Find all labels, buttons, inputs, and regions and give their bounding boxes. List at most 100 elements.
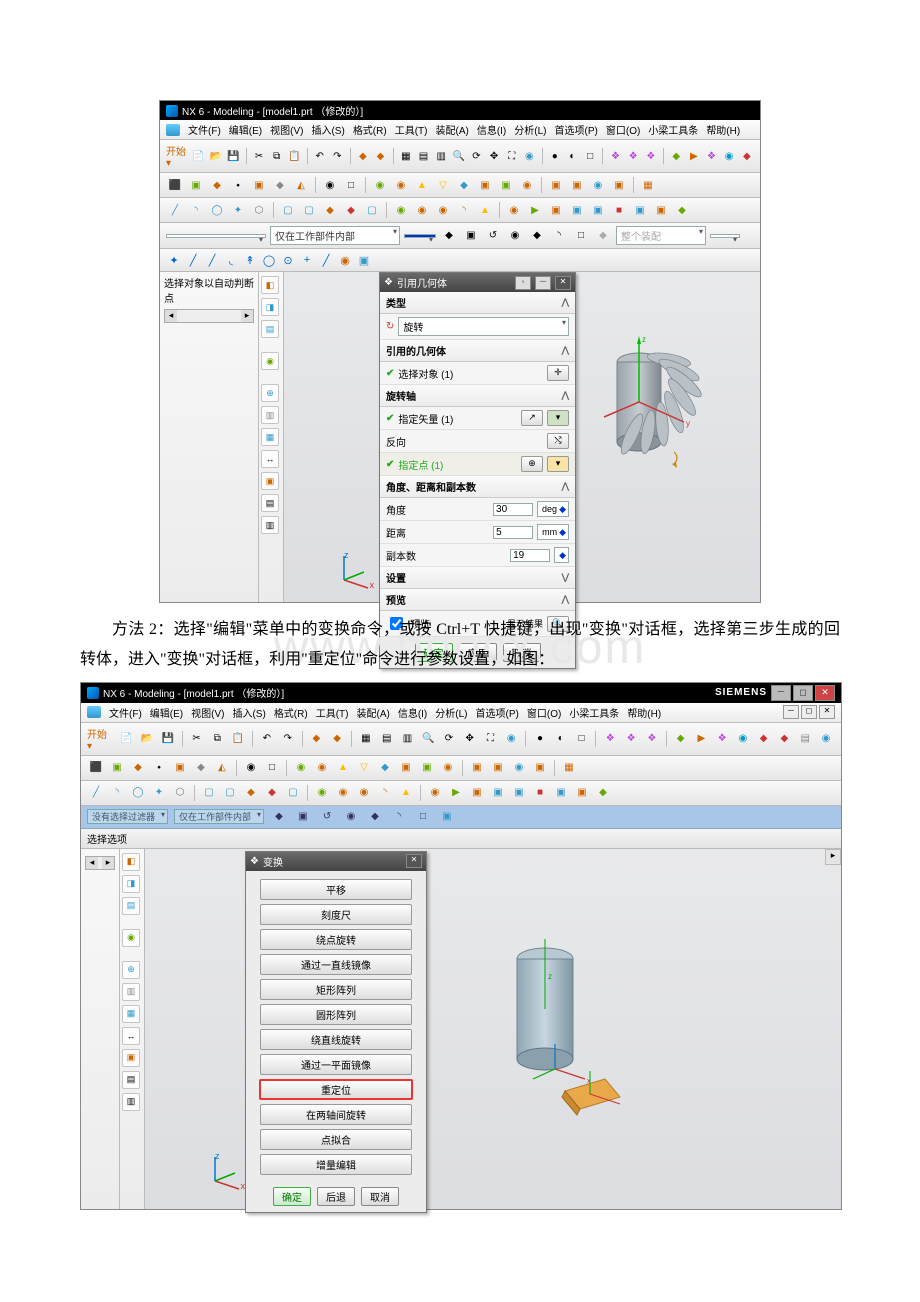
tool-icon[interactable]: ▣ [250, 176, 268, 194]
menu-view[interactable]: 视图(V) [270, 122, 303, 137]
select-object-row[interactable]: ✔ 选择对象 (1) ✛ [380, 362, 575, 385]
view-icon[interactable]: ▥ [434, 147, 449, 165]
sk-line-icon[interactable]: ╱ [204, 252, 220, 268]
menu-analyze[interactable]: 分析(L) [514, 122, 546, 137]
opt-point-fit[interactable]: 点拟合 [260, 1129, 412, 1150]
vector-icon[interactable]: ↗ [521, 410, 543, 426]
sk-icon[interactable]: ▣ [356, 252, 372, 268]
tool-icon[interactable]: ◆ [594, 784, 612, 802]
selbar-icon[interactable]: ◆ [528, 227, 546, 245]
tool-icon[interactable]: ◉ [722, 147, 737, 165]
nav-icon[interactable]: ▦ [261, 428, 279, 446]
menu-analyze[interactable]: 分析(L) [435, 705, 467, 720]
sk-icon[interactable]: ⊙ [280, 252, 296, 268]
dialog-min-icon[interactable]: － [535, 276, 551, 290]
tool-icon[interactable]: ◐ [552, 730, 570, 748]
rotate-icon[interactable]: ⟳ [469, 147, 484, 165]
type-dropdown[interactable]: 旋转 [398, 317, 569, 336]
menu-view[interactable]: 视图(V) [191, 705, 224, 720]
menu-prefs[interactable]: 首选项(P) [555, 122, 598, 137]
inner-min-icon[interactable]: － [783, 705, 799, 719]
angle-unit-dropdown[interactable]: deg◆ [537, 501, 569, 517]
tool-icon[interactable]: ◉ [426, 784, 444, 802]
nav-icon[interactable]: ▤ [122, 897, 140, 915]
tool-icon[interactable]: ▲ [413, 176, 431, 194]
tool-icon[interactable]: ▣ [547, 201, 565, 219]
tool-icon[interactable]: ◉ [510, 759, 528, 777]
tool-icon[interactable]: □ [342, 176, 360, 194]
nav-icon[interactable]: ↔ [122, 1027, 140, 1045]
nav-icon[interactable]: ▤ [261, 320, 279, 338]
tool-icon[interactable]: ◭ [213, 759, 231, 777]
angle-input[interactable] [493, 503, 533, 516]
opt-mirror-line[interactable]: 通过一直线镜像 [260, 954, 412, 975]
tool-icon[interactable]: ▣ [631, 201, 649, 219]
cut-icon[interactable]: ✂︎ [252, 147, 267, 165]
opt-mirror-plane[interactable]: 通过一平面镜像 [260, 1054, 412, 1075]
tool-icon[interactable]: ▣ [531, 759, 549, 777]
save-icon[interactable]: 💾 [226, 147, 241, 165]
tool-icon[interactable]: ◉ [413, 201, 431, 219]
menu-toolbar[interactable]: 小梁工具条 [569, 705, 619, 720]
tool-icon[interactable]: ■ [610, 201, 628, 219]
tool-icon[interactable]: ◉ [439, 759, 457, 777]
tool-icon[interactable]: ▣ [187, 176, 205, 194]
tool-icon[interactable]: ◆ [192, 759, 210, 777]
selbar-icon[interactable]: □ [572, 227, 590, 245]
paste-icon[interactable]: 📋 [229, 730, 247, 748]
inner-max-icon[interactable]: ◻ [801, 705, 817, 719]
dialog-dropdown-icon[interactable]: ◦ [515, 276, 531, 290]
tail-dropdown[interactable] [710, 234, 740, 238]
nav-icon[interactable]: ◉ [261, 352, 279, 370]
open-icon[interactable]: 📂 [209, 147, 224, 165]
sk-arc-icon[interactable]: ◟ [223, 252, 239, 268]
view-icon[interactable]: ▥ [399, 730, 417, 748]
tool-icon[interactable]: ▦ [639, 176, 657, 194]
sketch-icon[interactable]: ⬛ [87, 759, 105, 777]
tool-icon[interactable]: ▶ [692, 730, 710, 748]
right-panel-handle[interactable]: ▸ [825, 849, 841, 865]
tool-icon[interactable]: ◆ [669, 147, 684, 165]
scroll-left-icon[interactable]: ◂ [86, 857, 98, 869]
tool-icon[interactable]: ▣ [552, 784, 570, 802]
dialog-titlebar[interactable]: ❖ 引用几何体 ◦ － ✕ [380, 273, 575, 292]
scroll-left-icon[interactable]: ◂ [165, 310, 177, 322]
tool-icon[interactable]: ◐ [565, 147, 580, 165]
tool-icon[interactable]: ◉ [371, 176, 389, 194]
line-icon[interactable]: ╱ [87, 784, 105, 802]
menu-toolbar[interactable]: 小梁工具条 [648, 122, 698, 137]
tool-icon[interactable]: ▲ [397, 784, 415, 802]
new-icon[interactable]: 📄 [191, 147, 206, 165]
menu-tools[interactable]: 工具(T) [316, 705, 349, 720]
pan-icon[interactable]: ✥ [487, 147, 502, 165]
selbar-icon[interactable]: ◝ [550, 227, 568, 245]
selbar-icon[interactable]: ▣ [462, 227, 480, 245]
tool-icon[interactable]: ◆ [776, 730, 794, 748]
selbar-icon[interactable]: ◉ [506, 227, 524, 245]
scroll-right-icon[interactable]: ▸ [102, 857, 114, 869]
selbar-icon[interactable]: ◆ [270, 808, 288, 826]
tool-icon[interactable]: ◉ [313, 784, 331, 802]
menu-info[interactable]: 信息(I) [477, 122, 506, 137]
assy-dropdown[interactable]: 整个装配 [616, 226, 706, 245]
tool-icon[interactable]: ▶ [687, 147, 702, 165]
tool-icon[interactable]: ◯ [208, 201, 226, 219]
filter-dropdown[interactable] [166, 234, 266, 238]
menu-file[interactable]: 文件(F) [188, 122, 221, 137]
tool-icon[interactable]: ◆ [672, 730, 690, 748]
tool-icon[interactable]: ❖ [601, 730, 619, 748]
opt-rotate-line[interactable]: 绕直线旋转 [260, 1029, 412, 1050]
nav-icon[interactable]: ▥ [122, 983, 140, 1001]
save-icon[interactable]: 💾 [159, 730, 177, 748]
tool-icon[interactable]: ❖ [704, 147, 719, 165]
option-dropdown[interactable] [404, 234, 436, 238]
opt-translate[interactable]: 平移 [260, 879, 412, 900]
tool-icon[interactable]: ◉ [817, 730, 835, 748]
tool-icon[interactable]: ▣ [489, 759, 507, 777]
tool-icon[interactable]: ◆ [129, 759, 147, 777]
menu-help[interactable]: 帮助(H) [627, 705, 661, 720]
tool-icon[interactable]: ▲ [476, 201, 494, 219]
section-geometry[interactable]: 引用的几何体⋀ [380, 340, 575, 362]
shade-icon[interactable]: ● [547, 147, 562, 165]
dialog-close-icon[interactable]: ✕ [555, 276, 571, 290]
